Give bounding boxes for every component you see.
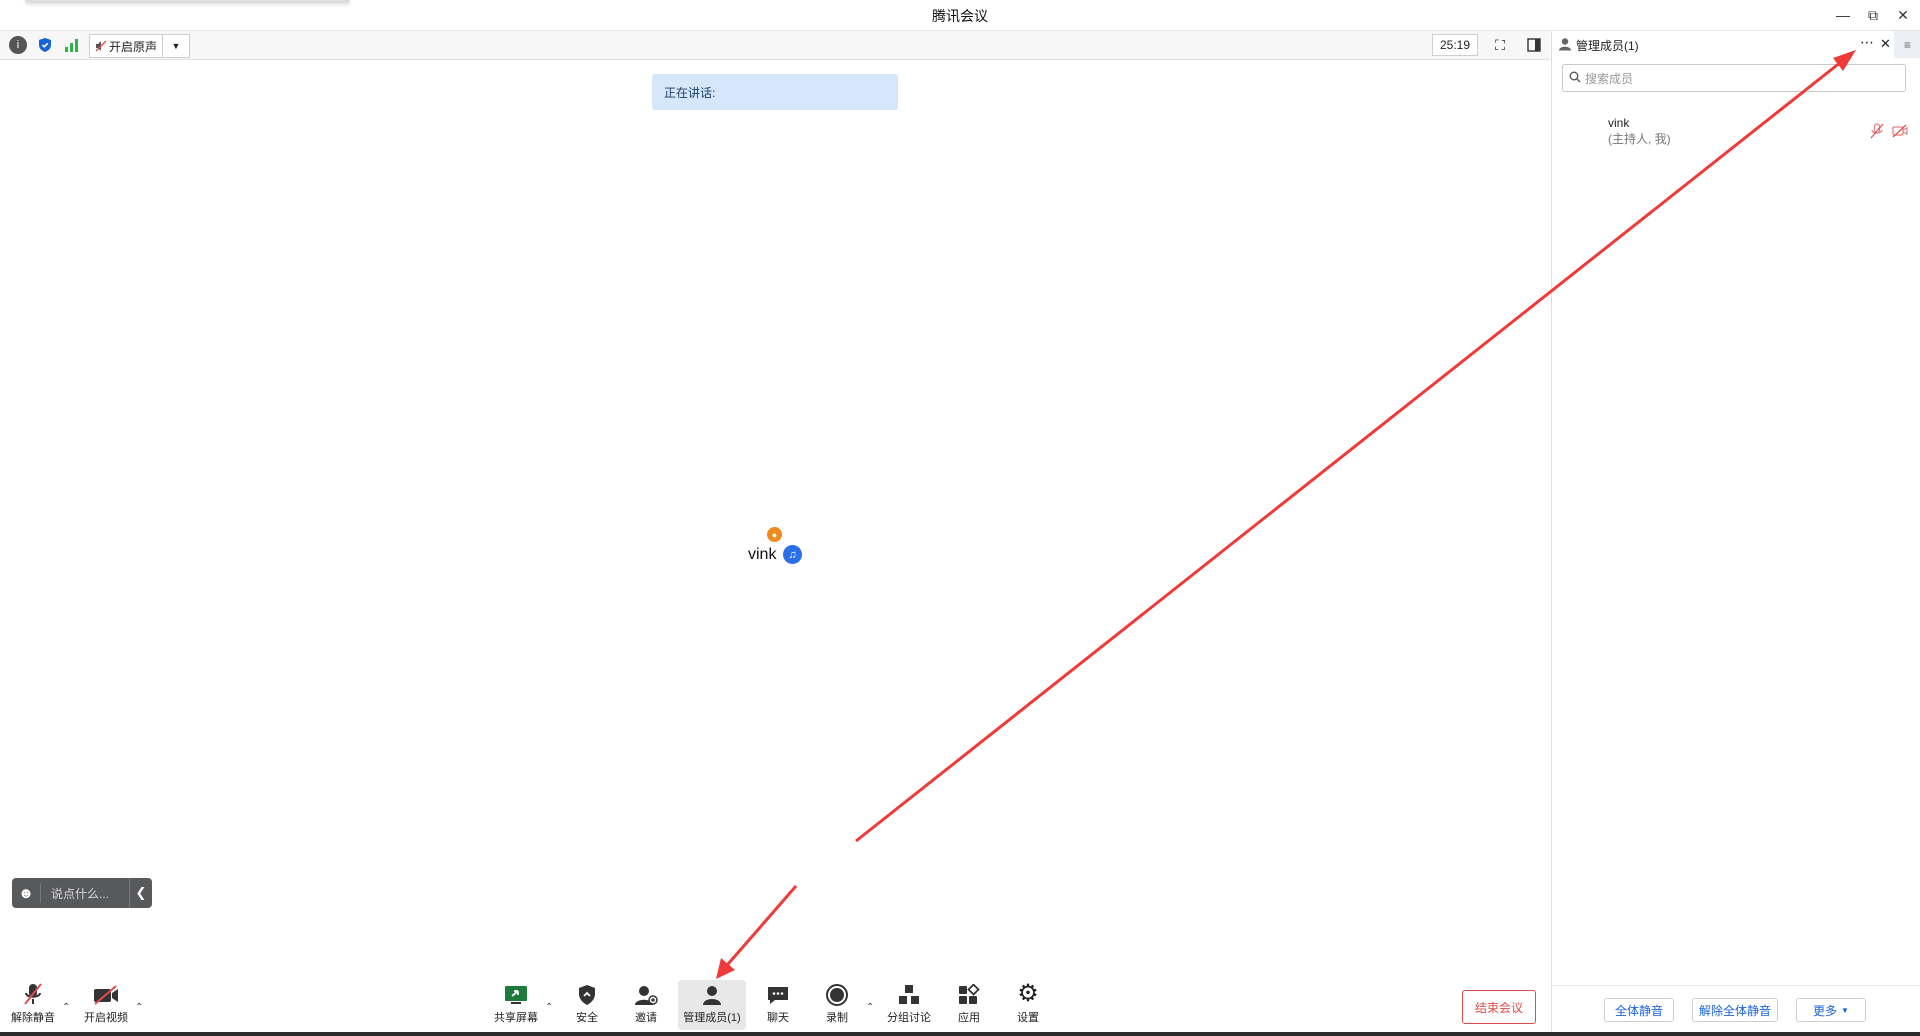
security-label: 安全 (576, 1012, 598, 1024)
member-row[interactable]: vink (主持人, 我) (1608, 115, 1671, 147)
original-sound-button[interactable]: 开启原声 ▼ (89, 34, 191, 58)
unmute-button[interactable]: 解除静音 (3, 980, 63, 1030)
participant-name: vink (748, 546, 777, 563)
meeting-toolbar: i 开启原声 ▼ 25:19 ⛶ (0, 31, 1550, 60)
members-icon (701, 980, 723, 1006)
video-options-chevron-icon[interactable]: ⌃ (135, 1002, 143, 1013)
annotation-arrow-members (720, 885, 798, 972)
breakout-rooms-icon (897, 980, 921, 1006)
record-button[interactable]: 录制 (807, 980, 867, 1030)
members-panel: 管理成员(1) ⋯ ✕ ≡ 搜索成员 vink (主持人, 我) 全体静音 解除… (1551, 31, 1920, 1032)
unmute-label: 解除静音 (11, 1012, 55, 1024)
manage-members-button[interactable]: 管理成员(1) (678, 980, 746, 1030)
camera-off-icon (92, 980, 120, 1006)
mic-speaking-icon: ♫ (783, 545, 802, 564)
share-screen-label: 共享屏幕 (494, 1012, 538, 1024)
member-name: vink (1608, 116, 1630, 130)
bottom-toolbar: 解除静音 ⌃ 开启视频 ⌃ 共享屏幕 ⌃ 安全 邀请 管理成员(1) 聊天 录制… (0, 980, 1550, 1034)
mic-muted-icon (22, 980, 44, 1006)
search-members-field[interactable]: 搜索成员 (1562, 64, 1906, 92)
apps-grid-icon (957, 980, 981, 1006)
meeting-timer: 25:19 (1432, 34, 1478, 56)
restore-icon[interactable]: ⧉ (1862, 4, 1884, 26)
share-screen-icon (503, 980, 529, 1006)
invite-label: 邀请 (635, 1012, 657, 1024)
record-options-chevron-icon[interactable]: ⌃ (866, 1002, 874, 1013)
title-bar: 腾讯会议 — ⧉ ✕ (0, 0, 1920, 31)
window-title: 腾讯会议 (932, 8, 988, 24)
minimize-icon[interactable]: — (1832, 4, 1854, 26)
gear-icon: ⚙ (1017, 980, 1039, 1007)
breakout-label: 分组讨论 (887, 1012, 931, 1024)
search-input[interactable]: 搜索成员 (1585, 70, 1633, 87)
start-video-label: 开启视频 (84, 1012, 128, 1024)
close-window-icon[interactable]: ✕ (1892, 4, 1914, 26)
more-dropdown-button[interactable]: 更多 ▼ (1796, 998, 1866, 1022)
fullscreen-icon[interactable]: ⛶ (1491, 36, 1509, 54)
member-role: (主持人, 我) (1608, 132, 1671, 146)
speaking-indicator: 正在讲话: (652, 74, 898, 110)
apps-button[interactable]: 应用 (939, 980, 999, 1030)
side-menu-icon[interactable]: ≡ (1894, 31, 1920, 58)
quick-chat[interactable]: ☻ 说点什么... ❮ (12, 878, 152, 908)
more-options-icon[interactable]: ⋯ (1860, 34, 1874, 51)
original-sound-label: 开启原声 (109, 39, 158, 54)
shield-icon (577, 980, 597, 1006)
members-icon (1558, 37, 1572, 54)
member-camera-off-icon[interactable] (1892, 124, 1908, 143)
settings-button[interactable]: ⚙ 设置 (998, 980, 1058, 1030)
share-options-chevron-icon[interactable]: ⌃ (545, 1002, 553, 1013)
invite-button[interactable]: 邀请 (616, 980, 676, 1030)
host-badge-icon: ● (767, 527, 782, 542)
chat-input[interactable]: 说点什么... (41, 885, 129, 902)
manage-members-label: 管理成员(1) (683, 1012, 741, 1024)
end-meeting-button[interactable]: 结束会议 (1462, 990, 1536, 1024)
chat-label: 聊天 (767, 1012, 789, 1024)
panel-title: 管理成员(1) (1576, 39, 1639, 53)
close-panel-icon[interactable]: ✕ (1880, 36, 1891, 52)
member-mic-muted-icon[interactable] (1870, 123, 1884, 144)
search-icon (1569, 71, 1581, 86)
chat-button[interactable]: 聊天 (748, 980, 808, 1030)
annotation-arrowhead-members (716, 958, 735, 979)
chat-bubble-icon (766, 980, 790, 1006)
original-sound-icon (90, 35, 109, 57)
info-icon[interactable]: i (9, 36, 27, 54)
layout-panel-icon[interactable] (1525, 36, 1543, 54)
record-icon (825, 980, 849, 1006)
network-signal-icon[interactable] (63, 36, 81, 54)
audio-options-chevron-icon[interactable]: ⌃ (62, 1002, 70, 1013)
settings-label: 设置 (1017, 1012, 1039, 1024)
breakout-button[interactable]: 分组讨论 (879, 980, 939, 1030)
mute-all-button[interactable]: 全体静音 (1604, 998, 1674, 1022)
collapse-chevron-icon[interactable]: ❮ (129, 878, 152, 908)
floating-window-edge (25, 0, 350, 3)
panel-footer: 全体静音 解除全体静音 更多 ▼ (1552, 985, 1920, 1033)
chevron-down-icon[interactable]: ▼ (162, 35, 189, 57)
unmute-all-button[interactable]: 解除全体静音 (1692, 998, 1778, 1022)
apps-label: 应用 (958, 1012, 980, 1024)
security-button[interactable]: 安全 (557, 980, 617, 1030)
record-label: 录制 (826, 1012, 848, 1024)
chevron-down-icon: ▼ (1841, 1005, 1849, 1015)
start-video-button[interactable]: 开启视频 (76, 980, 136, 1030)
security-shield-icon[interactable] (36, 36, 54, 54)
share-screen-button[interactable]: 共享屏幕 (486, 980, 546, 1030)
panel-header: 管理成员(1) ⋯ ✕ ≡ (1552, 31, 1920, 58)
emoji-icon[interactable]: ☻ (12, 885, 40, 902)
more-label: 更多 (1813, 1003, 1838, 1018)
add-user-icon (634, 980, 658, 1006)
